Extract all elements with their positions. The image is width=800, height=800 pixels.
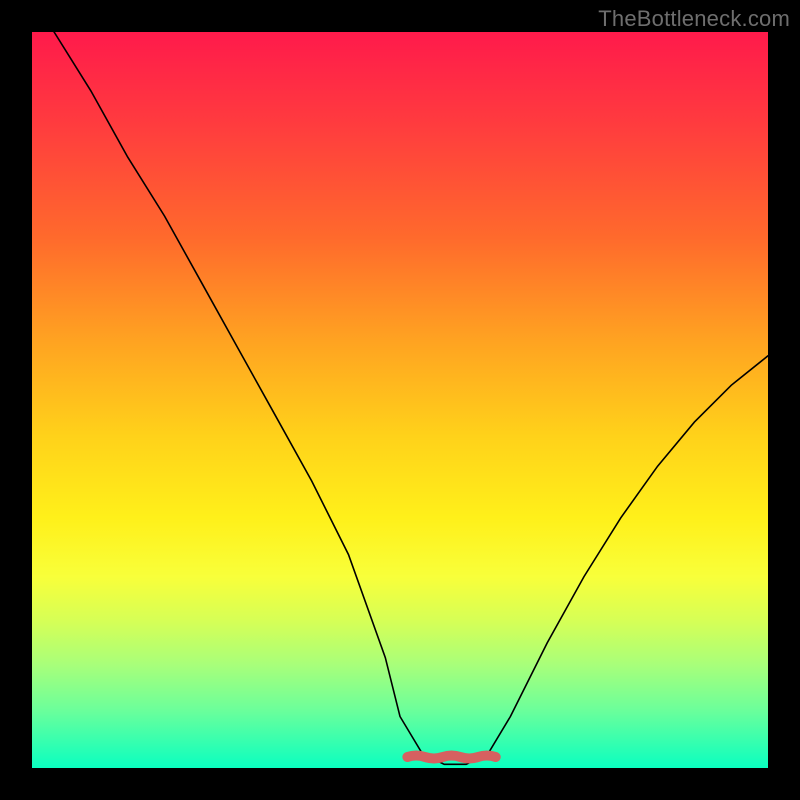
bottleneck-curve — [54, 32, 768, 764]
chart-frame: TheBottleneck.com — [0, 0, 800, 800]
chart-svg — [32, 32, 768, 768]
watermark-text: TheBottleneck.com — [598, 6, 790, 32]
red-bumps-annotation — [407, 756, 495, 759]
chart-plot-area — [32, 32, 768, 768]
